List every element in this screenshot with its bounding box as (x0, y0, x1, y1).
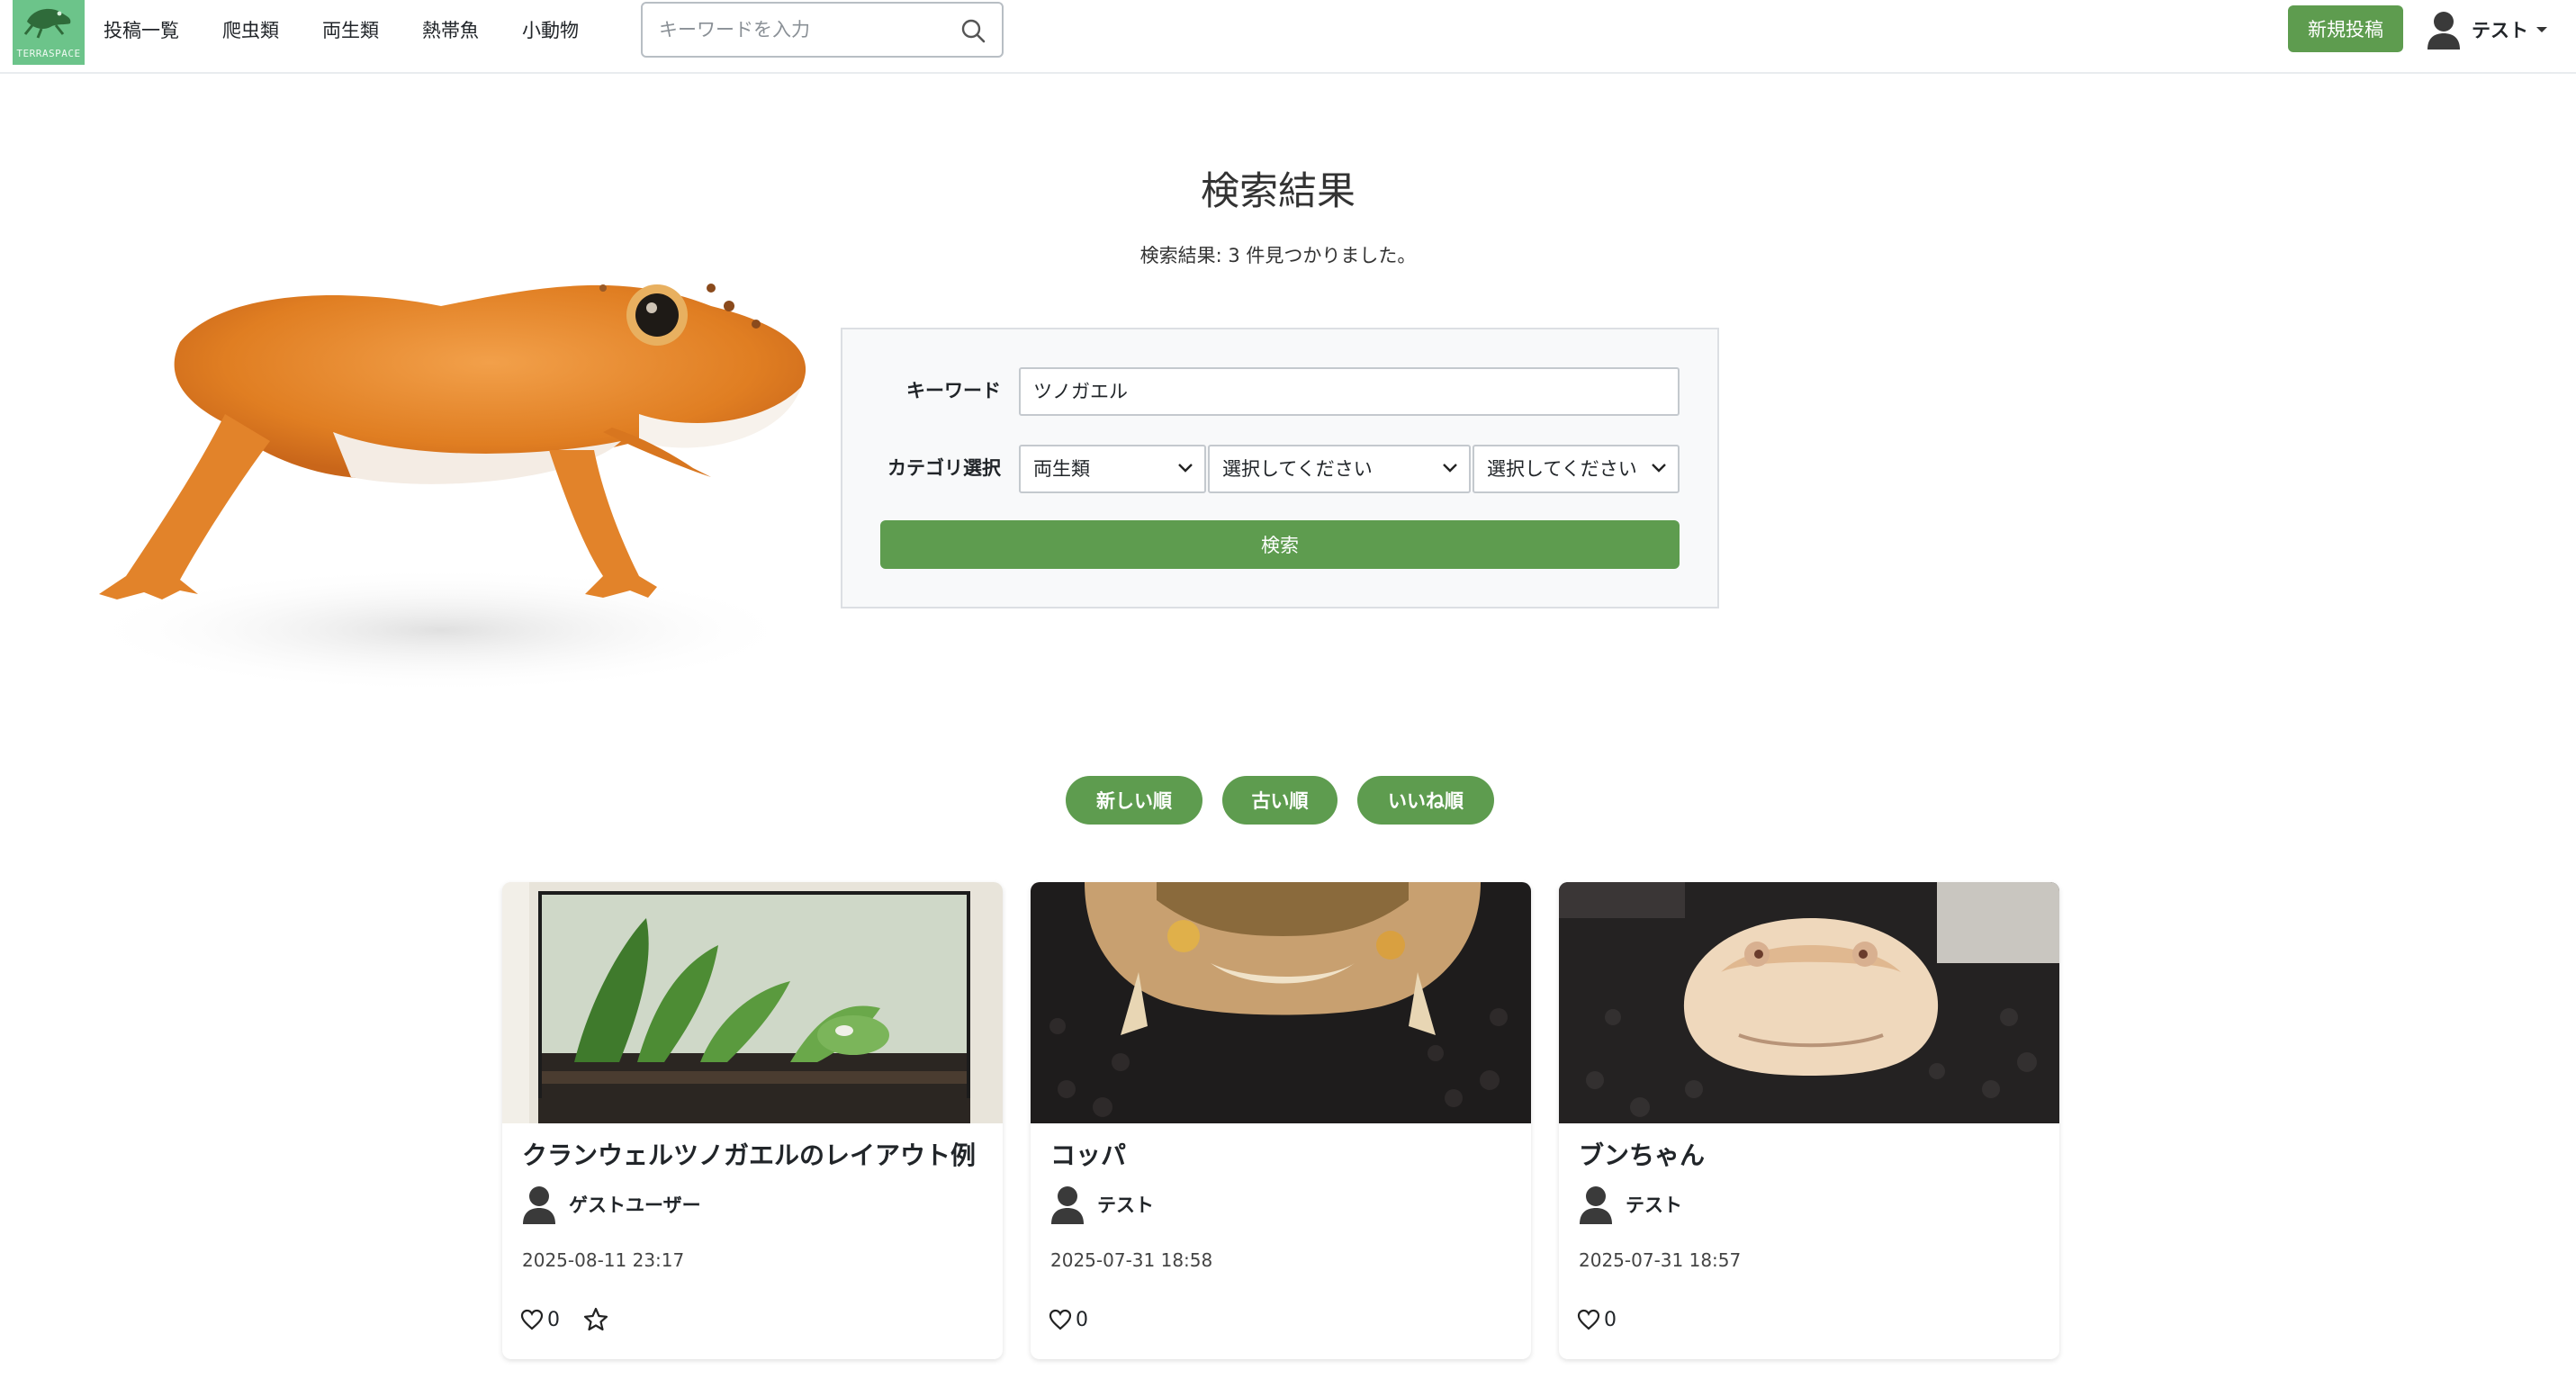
search-icon[interactable] (960, 18, 986, 43)
user-name: テスト (2472, 20, 2528, 41)
category-label: カテゴリ選択 (887, 457, 1001, 479)
search-submit-button[interactable]: 検索 (880, 520, 1680, 569)
user-avatar-icon (2427, 12, 2460, 50)
post-actions: 0 (1577, 1303, 1640, 1336)
sort-oldest-button[interactable]: 古い順 (1222, 776, 1338, 825)
chevron-down-icon (1178, 464, 1193, 473)
category-select-2[interactable]: 選択してください (1208, 445, 1471, 493)
author-name: テスト (1097, 1194, 1154, 1216)
heart-icon[interactable] (520, 1309, 544, 1330)
result-count-text: 検索結果: 3 件見つかりました。 (1139, 245, 1417, 266)
page-title: 検索結果 (1201, 169, 1356, 214)
logo-text: TERRASPACE (16, 48, 81, 59)
post-author: テスト (1050, 1183, 1154, 1226)
heart-icon[interactable] (1577, 1309, 1600, 1330)
category-select-3[interactable]: 選択してください (1473, 445, 1680, 493)
category-select-1-value: 両生類 (1033, 458, 1090, 480)
new-post-button[interactable]: 新規投稿 (2288, 5, 2403, 52)
author-name: テスト (1626, 1194, 1682, 1216)
nav-link-small-animals[interactable]: 小動物 (522, 16, 579, 43)
navbar: TERRASPACE 投稿一覧 爬虫類 両生類 熱帯魚 小動物 新規投稿 テスト (0, 0, 2576, 74)
user-menu[interactable]: テスト (2427, 7, 2548, 52)
nav-link-reptiles[interactable]: 爬虫類 (222, 16, 279, 43)
post-thumbnail-frog (1031, 882, 1531, 1123)
keyword-input[interactable]: ツノガエル (1019, 367, 1680, 416)
heart-icon[interactable] (1049, 1309, 1072, 1330)
user-avatar-icon (1580, 1186, 1612, 1224)
nav-links: 投稿一覧 爬虫類 両生類 熱帯魚 小動物 (104, 0, 622, 59)
user-avatar-icon (523, 1186, 555, 1224)
chevron-down-icon (1652, 464, 1666, 473)
like-count: 0 (1076, 1308, 1088, 1331)
post-date: 2025-07-31 18:57 (1579, 1249, 1742, 1271)
post-thumbnail-terrarium (502, 882, 1003, 1123)
nav-search-input[interactable] (659, 4, 947, 56)
post-author: テスト (1579, 1183, 1682, 1226)
like-count: 0 (547, 1308, 560, 1331)
post-author: ゲストユーザー (522, 1183, 701, 1226)
post-card[interactable]: コッパ テスト 2025-07-31 18:58 0 (1031, 882, 1531, 1359)
sort-newest-button[interactable]: 新しい順 (1066, 776, 1202, 825)
star-icon[interactable] (583, 1307, 608, 1332)
post-thumbnail-albino-frog (1559, 882, 2059, 1123)
logo[interactable]: TERRASPACE (13, 0, 85, 65)
keyword-label: キーワード (906, 380, 1001, 401)
post-title[interactable]: コッパ (1050, 1136, 1518, 1172)
post-title[interactable]: ブンちゃん (1579, 1136, 2047, 1172)
nav-link-posts[interactable]: 投稿一覧 (104, 16, 179, 43)
post-card[interactable]: クランウェルツノガエルのレイアウト例 ゲストユーザー 2025-08-11 23… (502, 882, 1003, 1359)
leopard-gecko-image (81, 284, 806, 693)
caret-down-icon (2536, 27, 2547, 32)
post-title[interactable]: クランウェルツノガエルのレイアウト例 (522, 1136, 990, 1172)
nav-link-tropical-fish[interactable]: 熱帯魚 (422, 16, 479, 43)
chevron-down-icon (1443, 464, 1457, 473)
category-select-1[interactable]: 両生類 (1019, 445, 1206, 493)
post-actions: 0 (520, 1303, 608, 1336)
user-avatar-icon (1051, 1186, 1084, 1224)
category-select-2-value: 選択してください (1222, 458, 1373, 480)
post-date: 2025-07-31 18:58 (1050, 1249, 1213, 1271)
post-card[interactable]: ブンちゃん テスト 2025-07-31 18:57 0 (1559, 882, 2059, 1359)
post-date: 2025-08-11 23:17 (522, 1249, 685, 1271)
search-form: キーワード ツノガエル カテゴリ選択 両生類 選択してください 選択してください… (841, 328, 1719, 608)
like-count: 0 (1604, 1308, 1617, 1331)
author-name: ゲストユーザー (569, 1194, 701, 1216)
sort-likes-button[interactable]: いいね順 (1357, 776, 1494, 825)
nav-search-box (641, 2, 1004, 58)
nav-link-amphibians[interactable]: 両生類 (322, 16, 379, 43)
post-actions: 0 (1049, 1303, 1112, 1336)
category-select-3-value: 選択してください (1487, 458, 1637, 480)
frog-logo-icon (23, 8, 71, 39)
